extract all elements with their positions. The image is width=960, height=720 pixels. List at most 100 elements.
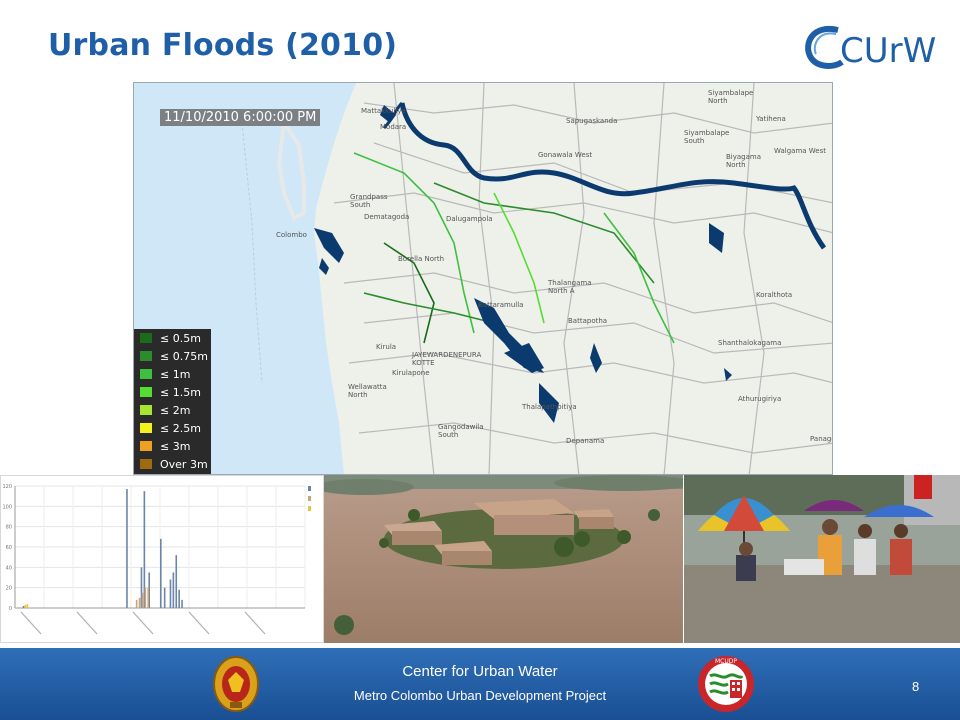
place-label: Athurugiriya — [738, 395, 782, 403]
place-label: Biyagama North — [726, 153, 762, 169]
legend-label: ≤ 0.75m — [160, 349, 208, 363]
legend-item: ≤ 1m — [134, 365, 211, 383]
place-label: Grandpass South — [350, 193, 388, 209]
place-label: Sapugaskanda — [566, 117, 618, 125]
page-number: 8 — [912, 679, 920, 694]
chart-bar — [126, 489, 128, 608]
chart-bar — [178, 589, 180, 608]
legend-swatch — [140, 369, 152, 379]
legend-item: ≤ 0.5m — [134, 329, 211, 347]
chart-bar — [22, 605, 25, 608]
x-tick-mark — [20, 611, 42, 635]
chart-bar — [147, 587, 150, 608]
flood-map: 11/10/2010 6:00:00 PM Mattakkuliya Modar… — [133, 82, 833, 475]
chart-bar — [163, 587, 166, 608]
place-label: Thalapathpitiya — [522, 403, 577, 411]
place-label: Wellawatta North — [348, 383, 387, 399]
chart-bar — [169, 579, 172, 608]
legend-item: ≤ 0.75m — [134, 347, 211, 365]
legend-item: ≤ 2m — [134, 401, 211, 419]
chart-bar — [175, 555, 178, 608]
place-label: Walgama West — [774, 147, 826, 155]
place-label: Dematagoda — [364, 213, 410, 221]
place-label: Siyambalape North — [708, 89, 754, 105]
chart-bar — [172, 572, 175, 608]
map-timestamp: 11/10/2010 6:00:00 PM — [160, 109, 321, 126]
legend-label: ≤ 3m — [160, 439, 191, 453]
legend-label: ≤ 0.5m — [160, 331, 201, 345]
x-tick-mark — [76, 611, 98, 635]
place-label: Colombo — [276, 231, 307, 239]
legend-item: Over 3m — [134, 455, 211, 473]
legend-label: ≤ 1.5m — [160, 385, 201, 399]
legend-swatch — [140, 423, 152, 433]
place-label: Kirulapone — [392, 369, 430, 377]
place-label: Kirula — [376, 343, 397, 351]
place-label: Dalugampola — [446, 215, 493, 223]
footer-title: Center for Urban Water — [402, 663, 558, 680]
legend-swatch — [140, 351, 152, 361]
legend-item: ≤ 2.5m — [134, 419, 211, 437]
chart-bar — [181, 599, 183, 608]
place-label: Depanama — [566, 437, 605, 445]
place-label: Battapotha — [568, 317, 608, 325]
slide-title-text: Urban Floods — [48, 28, 275, 63]
legend-swatch — [140, 405, 152, 415]
y-tick-label: 40 — [6, 565, 12, 571]
y-tick-label: 0 — [9, 606, 12, 612]
chart-bar — [138, 597, 141, 608]
y-tick-label: 120 — [2, 484, 12, 490]
legend-label: Over 3m — [160, 457, 208, 471]
place-label: Modara — [380, 123, 407, 131]
place-label: JAYEWARDENEPURA KOTTE — [412, 351, 482, 367]
people-wading-image — [684, 475, 960, 643]
y-tick-label: 100 — [2, 504, 12, 510]
place-label: Shanthalokagama — [718, 339, 782, 347]
chart-bar — [141, 592, 144, 608]
place-label: Siyambalape South — [684, 129, 730, 145]
mcudp-text: MCUDP — [715, 658, 737, 665]
place-label: Yatihena — [756, 115, 786, 123]
chart-bar — [135, 599, 138, 608]
flooded-building-photo — [324, 475, 683, 643]
legend-label: ≤ 1m — [160, 367, 191, 381]
flooded-building-image — [324, 475, 683, 643]
chart-bar — [24, 604, 27, 608]
logo-text: CUrW — [840, 31, 936, 71]
legend-label: ≤ 2.5m — [160, 421, 201, 435]
depth-legend: ≤ 0.5m ≤ 0.75m ≤ 1m ≤ 1.5m ≤ 2m ≤ 2.5m ≤ 3m Ove… — [134, 329, 211, 474]
place-label: Panago — [810, 435, 832, 443]
y-tick-label: 80 — [6, 525, 12, 531]
x-tick-mark — [244, 611, 266, 635]
legend-label: ≤ 2m — [160, 403, 191, 417]
place-label: Mattakkuliya — [361, 107, 406, 115]
people-wading-photo — [684, 475, 960, 643]
legend-item: ≤ 1.5m — [134, 383, 211, 401]
legend-swatch — [140, 441, 152, 451]
chart-bar — [26, 603, 29, 608]
chart-legend-swatch — [308, 506, 311, 511]
place-label: Gonawala West — [538, 151, 593, 159]
legend-swatch — [140, 459, 152, 469]
place-label: Borella North — [398, 255, 445, 263]
chart-bar — [160, 538, 162, 608]
chart-plot: 0 20 40 60 80 100 120 — [2, 484, 311, 635]
curw-logo: CUrW — [805, 25, 936, 71]
place-label: Battaramulla — [478, 301, 524, 309]
rainfall-chart: 0 20 40 60 80 100 120 — [0, 475, 324, 643]
chart-legend-swatch — [308, 486, 311, 491]
slide-title: Urban Floods (2010) — [48, 28, 397, 63]
chart-legend-swatch — [308, 496, 311, 501]
legend-swatch — [140, 387, 152, 397]
place-label: Gangodawila South — [438, 423, 484, 439]
x-tick-mark — [188, 611, 210, 635]
place-label: Thalangama North A — [548, 279, 592, 295]
y-tick-label: 60 — [6, 545, 12, 551]
footer-subtitle: Metro Colombo Urban Development Project — [353, 688, 607, 703]
place-label: Koralthota — [756, 291, 793, 299]
y-tick-label: 20 — [6, 586, 12, 592]
legend-swatch — [140, 333, 152, 343]
mcudp-logo-icon: MCUDP — [698, 656, 754, 712]
chart-bar — [144, 587, 147, 608]
x-tick-mark — [132, 611, 154, 635]
